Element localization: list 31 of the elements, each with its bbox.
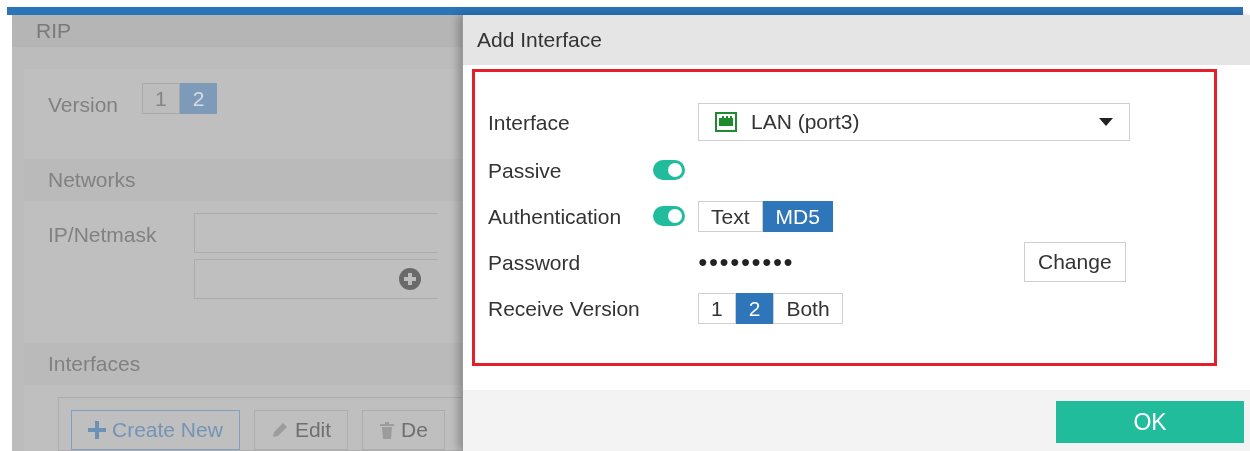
section-title: Networks [48,167,136,194]
panel-title: RIP [36,18,71,45]
dropdown-value: LAN (port3) [751,109,861,136]
segment-option[interactable]: 1 [698,292,736,324]
toggle-switch[interactable] [653,160,685,180]
add-icon[interactable] [399,268,421,290]
segment-option[interactable]: Both [773,292,843,324]
field-label: IP/Netmask [48,222,158,248]
dialog-title: Add Interface [477,27,602,54]
plus-icon [88,421,106,439]
toolbar-button[interactable]: Edit [253,410,349,450]
segment-option[interactable]: Text [698,200,763,232]
field-label: Authentication [488,205,623,227]
segment-option[interactable]: MD5 [762,200,833,232]
input-field[interactable] [194,259,438,299]
field-label: Password [488,251,582,273]
interface-dropdown[interactable]: LAN (port3) [698,103,1130,141]
toolbar-button[interactable]: De [362,410,445,450]
field-label: Receive Version [488,297,641,319]
change-button[interactable]: Change [1024,242,1126,282]
segment-option[interactable]: 2 [735,292,774,324]
caret-icon [1099,118,1113,126]
field-label: Version [48,92,119,118]
section-title: Interfaces [48,351,141,378]
pencil-icon [270,421,289,439]
port-icon [715,112,737,132]
field-label: Interface [488,111,571,133]
field-label: Passive [488,159,563,181]
trash-icon [379,421,396,439]
password-value: ●●●●●●●●● [698,252,795,272]
toggle-switch[interactable] [653,206,685,226]
